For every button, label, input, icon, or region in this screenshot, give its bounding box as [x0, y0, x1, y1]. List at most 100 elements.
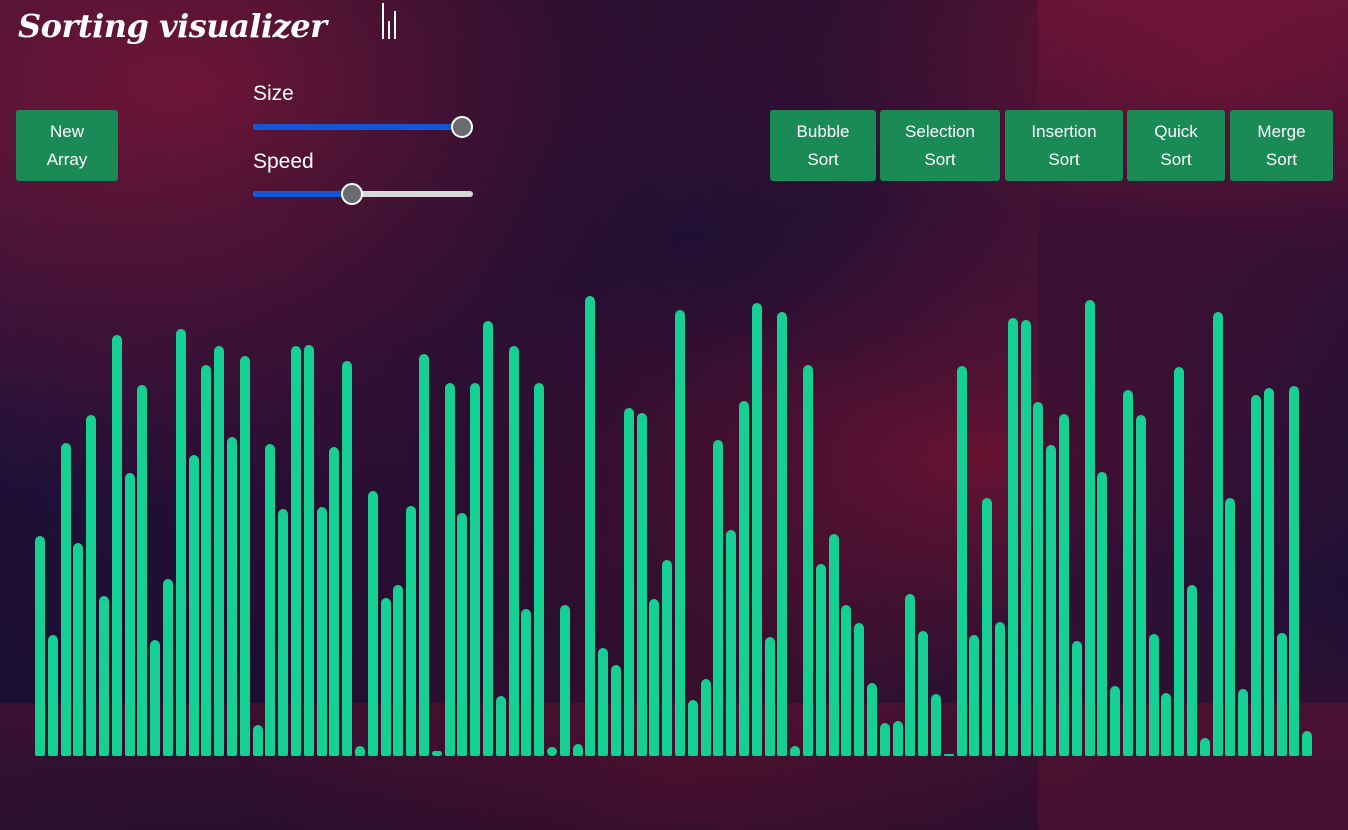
array-bar: [278, 509, 289, 756]
array-bar: [662, 560, 673, 756]
array-bar: [393, 585, 404, 756]
array-bar: [329, 447, 340, 756]
array-bar: [1071, 641, 1082, 756]
array-bar: [803, 365, 813, 756]
array-bar: [879, 723, 890, 756]
array-bar: [1123, 390, 1133, 756]
array-bar: [188, 455, 199, 756]
array-bar: [1238, 689, 1249, 756]
array-bar: [1174, 367, 1185, 756]
array-bar: [1046, 445, 1057, 756]
array-bar: [508, 346, 519, 756]
array-bar: [841, 605, 852, 756]
array-bar: [918, 631, 929, 756]
array-bar: [790, 746, 801, 756]
array-bar: [1289, 386, 1300, 756]
array-bar: [534, 383, 545, 756]
array-bar: [700, 679, 711, 756]
array-bar: [367, 491, 378, 756]
array-bar: [559, 605, 570, 756]
array-bar: [124, 473, 135, 756]
array-bar: [905, 594, 916, 756]
array-bar: [982, 498, 993, 756]
array-bar: [1225, 498, 1236, 756]
array-bar: [598, 648, 609, 756]
array-bar: [636, 413, 647, 756]
array-bar: [1084, 300, 1095, 756]
array-bar: [99, 596, 109, 756]
array-bar: [815, 564, 826, 756]
array-bars: [0, 0, 1348, 830]
array-bar: [303, 345, 314, 756]
array-bar: [1212, 312, 1223, 756]
array-bar: [764, 637, 775, 756]
array-bar: [777, 312, 788, 756]
array-bar: [521, 609, 532, 756]
array-bar: [457, 513, 468, 756]
array-bar: [828, 534, 839, 756]
array-bar: [342, 361, 353, 756]
array-bar: [995, 622, 1005, 756]
array-bar: [150, 640, 161, 756]
array-bar: [547, 747, 557, 756]
array-bar: [956, 366, 967, 756]
array-bar: [726, 530, 737, 756]
array-bar: [854, 623, 865, 756]
array-bar: [1251, 395, 1261, 756]
array-bar: [892, 721, 903, 756]
array-bar: [201, 365, 212, 756]
array-bar: [265, 444, 276, 756]
array-bar: [943, 754, 954, 756]
array-bar: [380, 598, 391, 756]
array-bar: [444, 383, 455, 756]
array-bar: [431, 751, 442, 756]
array-bar: [470, 383, 481, 756]
array-bar: [214, 346, 225, 756]
array-bar: [1199, 738, 1210, 756]
array-bar: [713, 440, 724, 756]
array-bar: [291, 346, 301, 756]
array-bar: [867, 683, 877, 756]
array-bar: [1007, 318, 1018, 756]
array-bar: [355, 746, 365, 756]
array-bar: [47, 635, 58, 756]
array-bar: [687, 700, 698, 756]
array-bar: [73, 543, 84, 756]
array-bar: [1020, 320, 1031, 756]
array-bar: [1187, 585, 1197, 756]
array-bar: [252, 725, 263, 756]
array-bar: [1033, 402, 1044, 756]
array-bar: [137, 385, 148, 756]
array-bar: [60, 443, 71, 756]
array-bar: [419, 354, 429, 756]
array-bar: [751, 303, 762, 756]
array-bar: [175, 329, 186, 756]
array-bar: [1059, 414, 1069, 756]
array-bar: [969, 635, 980, 756]
array-bar: [406, 506, 417, 756]
array-bar: [227, 437, 237, 756]
array-bar: [35, 536, 45, 756]
array-bar: [163, 579, 173, 756]
array-bar: [239, 356, 250, 756]
array-bar: [483, 321, 493, 756]
array-bar: [1135, 415, 1146, 756]
array-bar: [316, 507, 327, 756]
array-bar: [1263, 388, 1274, 756]
array-bar: [1302, 731, 1313, 756]
array-bar: [86, 415, 97, 756]
array-bar: [495, 696, 506, 756]
array-bar: [649, 599, 660, 756]
array-bar: [585, 296, 596, 756]
array-bar: [675, 310, 685, 756]
array-bar: [1110, 686, 1121, 756]
array-bar: [931, 694, 941, 756]
array-bar: [623, 408, 634, 756]
array-bar: [572, 744, 583, 756]
array-bar: [111, 335, 122, 756]
array-bar: [1148, 634, 1159, 756]
array-bar: [739, 401, 749, 756]
array-bar: [1097, 472, 1108, 756]
array-bar: [611, 665, 621, 756]
array-bar: [1161, 693, 1172, 756]
